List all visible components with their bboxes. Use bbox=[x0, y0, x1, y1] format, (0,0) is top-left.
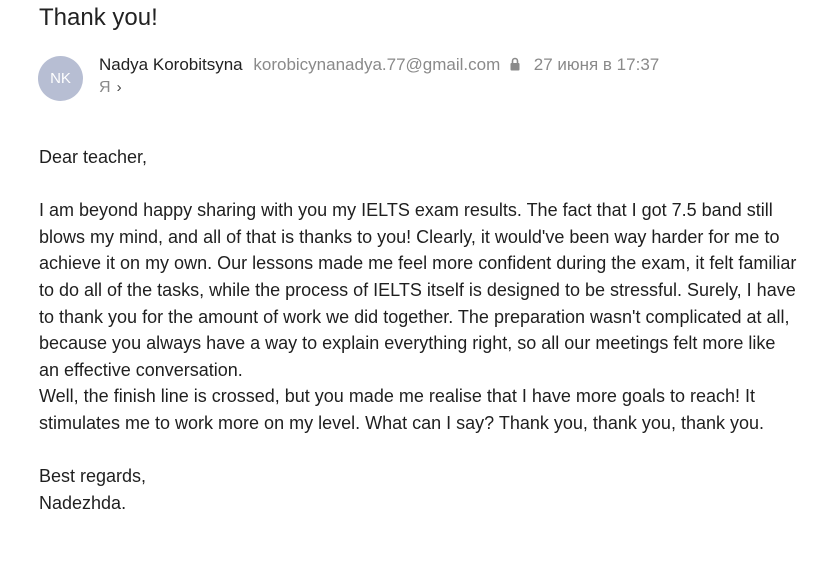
email-subject: Thank you! bbox=[39, 4, 158, 31]
recipient-label: Я bbox=[99, 79, 111, 96]
chevron-right-icon: › bbox=[116, 79, 122, 96]
closing: Best regards, bbox=[39, 466, 147, 487]
email-date: 27 июня в 17:37 bbox=[533, 55, 660, 74]
sender-name[interactable]: Nadya Korobitsyna bbox=[99, 55, 243, 74]
body-paragraph-1: I am beyond happy sharing with you my IE… bbox=[39, 200, 797, 380]
recipient-toggle[interactable]: Я › bbox=[99, 78, 122, 98]
body-paragraph-2: Well, the finish line is crossed, but yo… bbox=[39, 386, 765, 433]
email-body: Dear teacher, I am beyond happy sharing … bbox=[39, 144, 799, 516]
signature: Nadezhda. bbox=[39, 492, 127, 513]
lock-icon bbox=[510, 57, 520, 71]
sender-line: Nadya Korobitsyna korobicynanadya.77@gma… bbox=[99, 54, 659, 76]
email-header: NK Nadya Korobitsyna korobicynanadya.77@… bbox=[38, 54, 798, 101]
sender-email[interactable]: korobicynanadya.77@gmail.com bbox=[253, 55, 500, 74]
avatar[interactable]: NK bbox=[38, 56, 83, 101]
greeting: Dear teacher, bbox=[39, 147, 148, 167]
